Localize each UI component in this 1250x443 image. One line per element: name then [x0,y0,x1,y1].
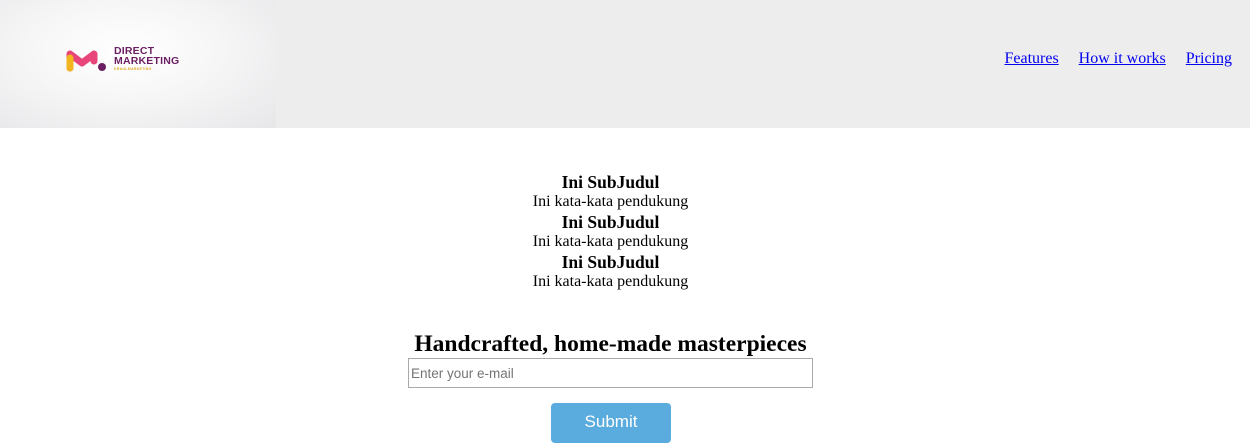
feature-title: Ini SubJudul [561,172,660,192]
feature-title: Ini SubJudul [561,252,660,272]
nav-link-pricing[interactable]: Pricing [1186,50,1232,68]
feature-description: Ini kata-kata pendukung [532,233,689,250]
hero-title: Handcrafted, home-made masterpieces [414,331,807,357]
logo-wordmark: DIRECT MARKETING KRAULMARKETING [114,46,179,72]
logo-mark-icon [66,50,106,72]
email-input[interactable] [408,358,813,388]
feature-title: Ini SubJudul [561,212,660,232]
main-nav: Features How it works Pricing [1004,50,1232,68]
features-section: Ini SubJudul Ini kata-kata pendukung Ini… [0,172,1221,292]
nav-link-features[interactable]: Features [1004,50,1058,68]
feature-item: Ini SubJudul Ini kata-kata pendukung [0,212,1221,252]
site-header: DIRECT MARKETING KRAULMARKETING Features… [0,0,1250,128]
logo[interactable]: DIRECT MARKETING KRAULMARKETING [0,0,276,128]
feature-item: Ini SubJudul Ini kata-kata pendukung [0,252,1221,292]
nav-link-how-it-works[interactable]: How it works [1079,50,1166,68]
feature-description: Ini kata-kata pendukung [532,273,689,290]
submit-button[interactable]: Submit [551,403,671,443]
feature-description: Ini kata-kata pendukung [532,193,689,210]
feature-item: Ini SubJudul Ini kata-kata pendukung [0,172,1221,212]
